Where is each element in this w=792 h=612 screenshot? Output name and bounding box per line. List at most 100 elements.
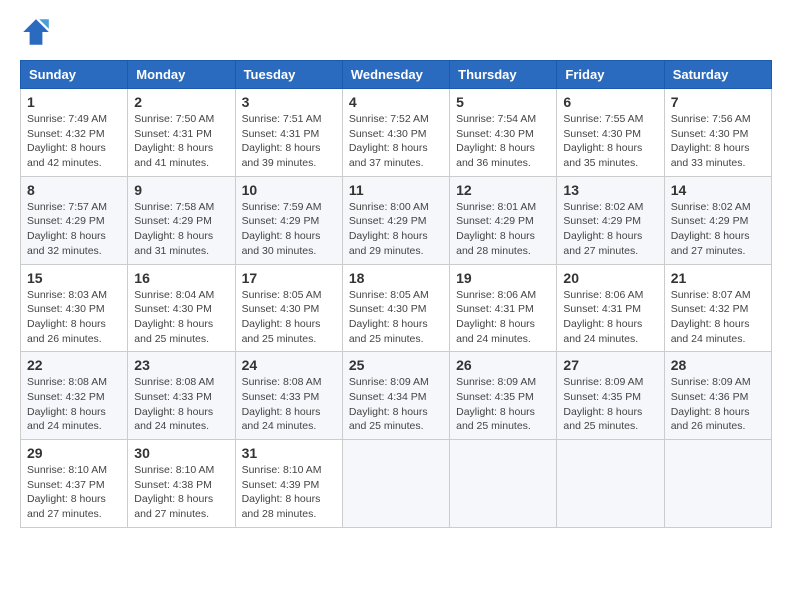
day-info: Sunrise: 8:00 AMSunset: 4:29 PMDaylight:… (349, 200, 443, 259)
day-number: 14 (671, 182, 765, 198)
calendar-cell: 5Sunrise: 7:54 AMSunset: 4:30 PMDaylight… (450, 89, 557, 177)
calendar-cell: 25Sunrise: 8:09 AMSunset: 4:34 PMDayligh… (342, 352, 449, 440)
calendar-cell: 22Sunrise: 8:08 AMSunset: 4:32 PMDayligh… (21, 352, 128, 440)
day-info: Sunrise: 8:02 AMSunset: 4:29 PMDaylight:… (671, 200, 765, 259)
day-number: 17 (242, 270, 336, 286)
day-info: Sunrise: 8:06 AMSunset: 4:31 PMDaylight:… (563, 288, 657, 347)
calendar-cell (450, 440, 557, 528)
day-number: 12 (456, 182, 550, 198)
calendar-cell: 30 Sunrise: 8:10 AMSunset: 4:38 PMDayligh… (128, 440, 235, 528)
day-number: 15 (27, 270, 121, 286)
calendar-cell: 8 Sunrise: 7:57 AMSunset: 4:29 PMDaylight… (21, 176, 128, 264)
day-number: 22 (27, 357, 121, 373)
calendar-cell: 1Sunrise: 7:49 AMSunset: 4:32 PMDaylight… (21, 89, 128, 177)
calendar-cell: 16 Sunrise: 8:04 AMSunset: 4:30 PMDayligh… (128, 264, 235, 352)
calendar-cell: 19 Sunrise: 8:06 AMSunset: 4:31 PMDayligh… (450, 264, 557, 352)
calendar-cell: 15 Sunrise: 8:03 AMSunset: 4:30 PMDayligh… (21, 264, 128, 352)
day-number: 18 (349, 270, 443, 286)
day-info: Sunrise: 7:58 AMSunset: 4:29 PMDaylight:… (134, 200, 228, 259)
day-number: 29 (27, 445, 121, 461)
calendar-header: SundayMondayTuesdayWednesdayThursdayFrid… (21, 61, 772, 89)
calendar-cell: 11 Sunrise: 8:00 AMSunset: 4:29 PMDayligh… (342, 176, 449, 264)
calendar-week-row: 8 Sunrise: 7:57 AMSunset: 4:29 PMDaylight… (21, 176, 772, 264)
calendar-cell: 9 Sunrise: 7:58 AMSunset: 4:29 PMDaylight… (128, 176, 235, 264)
day-number: 25 (349, 357, 443, 373)
day-info: Sunrise: 8:08 AMSunset: 4:33 PMDaylight:… (134, 375, 228, 434)
weekday-header: Sunday (21, 61, 128, 89)
calendar-cell: 24 Sunrise: 8:08 AMSunset: 4:33 PMDayligh… (235, 352, 342, 440)
day-number: 20 (563, 270, 657, 286)
day-info: Sunrise: 8:05 AMSunset: 4:30 PMDaylight:… (349, 288, 443, 347)
day-info: Sunrise: 8:10 AMSunset: 4:38 PMDaylight:… (134, 463, 228, 522)
calendar-cell: 29 Sunrise: 8:10 AMSunset: 4:37 PMDayligh… (21, 440, 128, 528)
weekday-header: Thursday (450, 61, 557, 89)
day-number: 26 (456, 357, 550, 373)
calendar-cell: 17 Sunrise: 8:05 AMSunset: 4:30 PMDayligh… (235, 264, 342, 352)
day-info: Sunrise: 8:09 AMSunset: 4:35 PMDaylight:… (456, 375, 550, 434)
calendar-cell: 23 Sunrise: 8:08 AMSunset: 4:33 PMDayligh… (128, 352, 235, 440)
calendar-cell: 27Sunrise: 8:09 AMSunset: 4:35 PMDayligh… (557, 352, 664, 440)
calendar-week-row: 29 Sunrise: 8:10 AMSunset: 4:37 PMDayligh… (21, 440, 772, 528)
weekday-header: Friday (557, 61, 664, 89)
day-info: Sunrise: 7:50 AMSunset: 4:31 PMDaylight:… (134, 112, 228, 171)
calendar-cell: 10 Sunrise: 7:59 AMSunset: 4:29 PMDayligh… (235, 176, 342, 264)
day-number: 13 (563, 182, 657, 198)
calendar-cell: 13 Sunrise: 8:02 AMSunset: 4:29 PMDayligh… (557, 176, 664, 264)
day-info: Sunrise: 8:08 AMSunset: 4:33 PMDaylight:… (242, 375, 336, 434)
calendar-cell: 21Sunrise: 8:07 AMSunset: 4:32 PMDayligh… (664, 264, 771, 352)
calendar-cell: 12 Sunrise: 8:01 AMSunset: 4:29 PMDayligh… (450, 176, 557, 264)
weekday-header: Tuesday (235, 61, 342, 89)
calendar-cell (664, 440, 771, 528)
calendar-cell: 2 Sunrise: 7:50 AMSunset: 4:31 PMDaylight… (128, 89, 235, 177)
day-info: Sunrise: 7:57 AMSunset: 4:29 PMDaylight:… (27, 200, 121, 259)
day-number: 2 (134, 94, 228, 110)
calendar-cell: 20 Sunrise: 8:06 AMSunset: 4:31 PMDayligh… (557, 264, 664, 352)
day-number: 31 (242, 445, 336, 461)
day-number: 10 (242, 182, 336, 198)
day-number: 24 (242, 357, 336, 373)
day-number: 27 (563, 357, 657, 373)
day-info: Sunrise: 8:05 AMSunset: 4:30 PMDaylight:… (242, 288, 336, 347)
day-info: Sunrise: 8:10 AMSunset: 4:39 PMDaylight:… (242, 463, 336, 522)
day-info: Sunrise: 8:10 AMSunset: 4:37 PMDaylight:… (27, 463, 121, 522)
day-number: 28 (671, 357, 765, 373)
calendar-cell: 26 Sunrise: 8:09 AMSunset: 4:35 PMDayligh… (450, 352, 557, 440)
day-number: 11 (349, 182, 443, 198)
day-number: 19 (456, 270, 550, 286)
day-info: Sunrise: 7:54 AMSunset: 4:30 PMDaylight:… (456, 112, 550, 171)
day-info: Sunrise: 7:51 AMSunset: 4:31 PMDaylight:… (242, 112, 336, 171)
day-info: Sunrise: 7:59 AMSunset: 4:29 PMDaylight:… (242, 200, 336, 259)
calendar-cell (557, 440, 664, 528)
day-info: Sunrise: 8:09 AMSunset: 4:36 PMDaylight:… (671, 375, 765, 434)
calendar: SundayMondayTuesdayWednesdayThursdayFrid… (20, 60, 772, 528)
day-info: Sunrise: 7:52 AMSunset: 4:30 PMDaylight:… (349, 112, 443, 171)
day-info: Sunrise: 7:55 AMSunset: 4:30 PMDaylight:… (563, 112, 657, 171)
calendar-week-row: 1Sunrise: 7:49 AMSunset: 4:32 PMDaylight… (21, 89, 772, 177)
day-info: Sunrise: 8:01 AMSunset: 4:29 PMDaylight:… (456, 200, 550, 259)
day-number: 30 (134, 445, 228, 461)
calendar-cell: 18 Sunrise: 8:05 AMSunset: 4:30 PMDayligh… (342, 264, 449, 352)
day-number: 9 (134, 182, 228, 198)
day-number: 21 (671, 270, 765, 286)
logo (20, 16, 56, 48)
day-number: 8 (27, 182, 121, 198)
weekday-header: Monday (128, 61, 235, 89)
day-info: Sunrise: 8:02 AMSunset: 4:29 PMDaylight:… (563, 200, 657, 259)
day-number: 4 (349, 94, 443, 110)
calendar-body: 1Sunrise: 7:49 AMSunset: 4:32 PMDaylight… (21, 89, 772, 528)
logo-icon (20, 16, 52, 48)
day-info: Sunrise: 8:03 AMSunset: 4:30 PMDaylight:… (27, 288, 121, 347)
day-number: 7 (671, 94, 765, 110)
day-number: 16 (134, 270, 228, 286)
day-info: Sunrise: 8:06 AMSunset: 4:31 PMDaylight:… (456, 288, 550, 347)
calendar-cell: 7Sunrise: 7:56 AMSunset: 4:30 PMDaylight… (664, 89, 771, 177)
calendar-cell: 31 Sunrise: 8:10 AMSunset: 4:39 PMDayligh… (235, 440, 342, 528)
weekday-header: Saturday (664, 61, 771, 89)
weekday-header: Wednesday (342, 61, 449, 89)
calendar-cell: 3Sunrise: 7:51 AMSunset: 4:31 PMDaylight… (235, 89, 342, 177)
day-info: Sunrise: 8:04 AMSunset: 4:30 PMDaylight:… (134, 288, 228, 347)
calendar-cell: 4 Sunrise: 7:52 AMSunset: 4:30 PMDaylight… (342, 89, 449, 177)
day-number: 23 (134, 357, 228, 373)
page-header (20, 16, 772, 48)
calendar-cell (342, 440, 449, 528)
